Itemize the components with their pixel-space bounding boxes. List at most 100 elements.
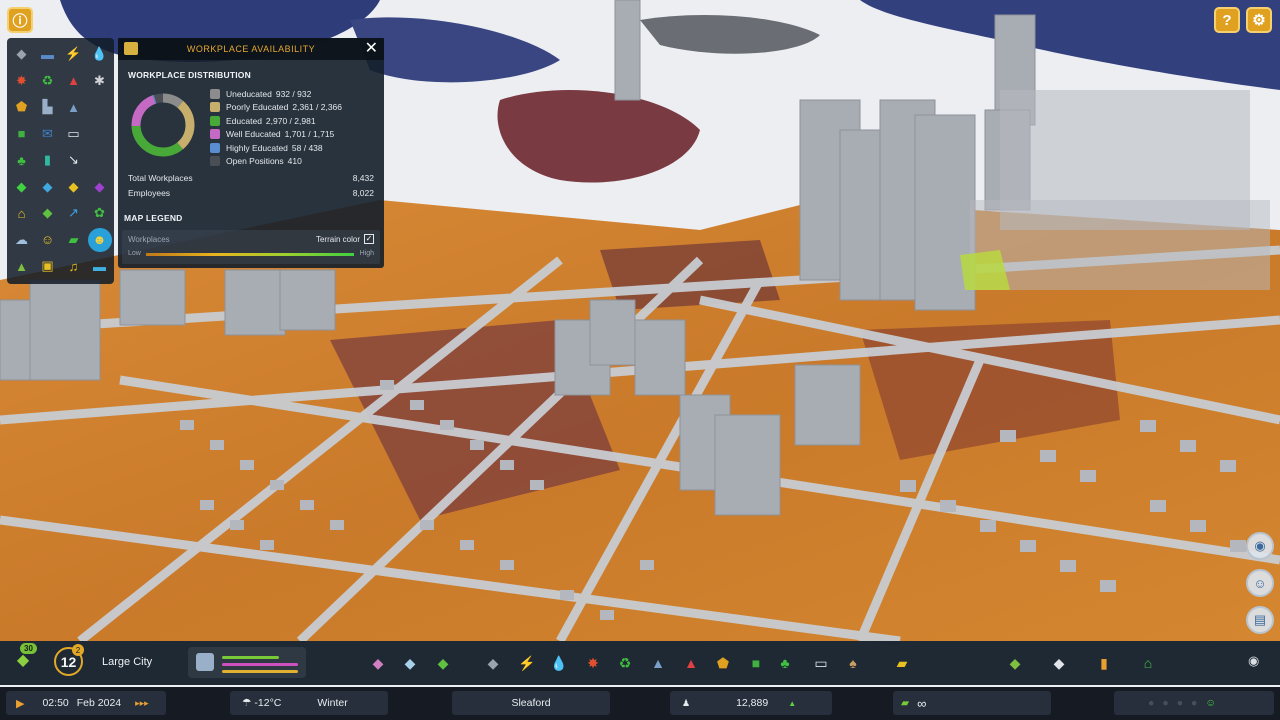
garbage-tool[interactable]: ▮ [36,148,60,173]
terrain-color-checkbox[interactable]: ✓ [364,234,374,244]
education-tool[interactable]: ▲ [62,95,86,120]
garbage-button[interactable]: ♻ [615,653,635,673]
communications-button[interactable]: ▭ [811,653,831,673]
cargo-tool[interactable]: ▣ [36,254,60,279]
trend-icon: ↗ [68,205,79,221]
legend-swatch [210,156,220,167]
status-indicators: ● ● ● ● ☺ [1114,691,1274,715]
legend-value: 2,970 / 2,981 [265,115,316,126]
statistics-button[interactable]: ▮ [1094,653,1114,673]
help-button[interactable]: ? [1214,7,1240,33]
landscaping-icon: ◆ [437,654,449,671]
education-icon: ▲ [67,99,80,115]
transportation-button[interactable]: ■ [746,653,766,673]
office-zone-tool[interactable]: ◆ [88,175,112,200]
weather-icon: ☂ [242,697,252,709]
snow-icon: ☁ [15,231,28,247]
snow-tool[interactable]: ☁ [10,228,34,253]
money-box[interactable]: ▰ ∞ [893,691,1051,715]
settings-button[interactable]: ⚙ [1246,7,1272,33]
transport-tool[interactable]: ■ [10,122,34,147]
police-button[interactable]: ⬟ [713,653,733,673]
electricity-button[interactable]: ⚡ [517,653,537,673]
residential-zone-tool[interactable]: ◆ [10,175,34,200]
city-services-button[interactable]: ⌂ [1138,653,1158,673]
city-hall-tool[interactable]: ▙ [36,95,60,120]
legend-swatch [210,102,220,113]
employees-row: Employees 8,022 [128,188,374,198]
roads-tool[interactable]: ◆ [10,42,34,67]
transport-overview-button[interactable]: ◆ [1005,653,1025,673]
happiness-icon: ☺ [40,232,55,248]
help-icon: ? [1222,11,1232,29]
parks-button[interactable]: ♣ [775,653,795,673]
bulldozer-button[interactable]: ▰ [892,653,912,673]
low-label: Low [128,250,141,257]
healthcare-button[interactable]: ✸ [583,653,603,673]
hazard-tool[interactable]: ▲ [62,69,86,94]
parks-icon: ♣ [780,655,790,671]
happiness-tool[interactable]: ☺ [36,228,60,253]
parks-icon: ♣ [17,152,26,168]
zoning-button[interactable]: ◆ [368,653,388,673]
speed-icon[interactable]: ▸▸▸ [135,698,149,709]
plant-tool[interactable]: ✿ [88,201,112,226]
landscape-tool[interactable]: ▲ [10,254,34,279]
money-tool[interactable]: ▰ [62,228,86,253]
camera-icon[interactable]: ◉ [1248,653,1259,669]
chat-tool[interactable]: ▭ [62,122,86,147]
legend-swatch [210,115,220,126]
pipes-tool[interactable]: ↘ [62,148,86,173]
close-button[interactable]: ✕ [365,40,378,58]
log-button[interactable]: ▤ [1246,606,1274,634]
electricity-tool[interactable]: ⚡ [62,42,86,67]
trend-tool[interactable]: ↗ [62,201,86,226]
info-button[interactable]: ⓘ [7,7,33,33]
house-tool[interactable]: ⌂ [10,201,34,226]
power-lines-tool[interactable]: ▬ [36,42,60,67]
city-meters[interactable] [188,647,306,678]
total-workplaces-value: 8,432 [352,173,374,183]
water-tool[interactable]: 💧 [88,42,112,67]
legend-row: Well Educated 1,701 / 1,715 [210,128,380,142]
fire-button[interactable]: ▲ [681,653,701,673]
distribution-title: WORKPLACE DISTRIBUTION [128,70,251,80]
city-name-box[interactable]: Sleaford [452,691,610,715]
boat-tool[interactable]: ▬ [88,254,112,279]
city-hall-icon: ▙ [42,99,53,115]
workplace-icon [124,42,138,55]
transport-overview-icon: ◆ [1009,654,1021,671]
plant-icon: ✿ [94,205,105,221]
fire-tool[interactable]: ✸ [10,69,34,94]
population-box[interactable]: ♟ 12,889 ▲ [670,691,832,715]
roads-button[interactable]: ◆ [483,653,503,673]
land-value-icon: ◆ [42,205,53,221]
mail-tool[interactable]: ✉ [36,122,60,147]
commercial-zone-tool[interactable]: ◆ [36,175,60,200]
water-button[interactable]: 💧 [549,653,569,673]
legend-label: Educated [226,115,262,126]
play-icon[interactable]: ▶ [16,697,24,710]
land-value-tool[interactable]: ◆ [36,201,60,226]
citizen-button[interactable]: ☺ [1246,569,1274,597]
boat-icon: ▬ [93,258,106,274]
areas-button[interactable]: ◆ [400,653,420,673]
police-tool[interactable]: ⬟ [10,95,34,120]
zoning-icon: ◆ [372,654,384,671]
landscaping-button[interactable]: ◆ [433,653,453,673]
recycle-tool[interactable]: ♻ [36,69,60,94]
notification-button[interactable]: ◉ [1246,532,1274,560]
legend-row: Uneducated 932 / 932 [210,87,380,101]
landscape-tools-button[interactable]: ♠ [843,653,863,673]
garbage-icon: ▮ [43,152,52,168]
map-button[interactable]: ◆ [1049,653,1069,673]
recycle-icon: ♻ [41,72,54,88]
industrial-zone-tool[interactable]: ◆ [62,175,86,200]
happiness-icon[interactable]: ☺ [1205,697,1216,709]
workplace-tool[interactable]: ☻ [87,227,112,252]
education-button[interactable]: ▲ [648,653,668,673]
parks-tool[interactable]: ♣ [10,148,34,173]
indicator-dot-3: ● [1176,697,1184,709]
headphones-tool[interactable]: ♫ [62,254,86,279]
wrench-tool[interactable]: ✱ [88,69,112,94]
